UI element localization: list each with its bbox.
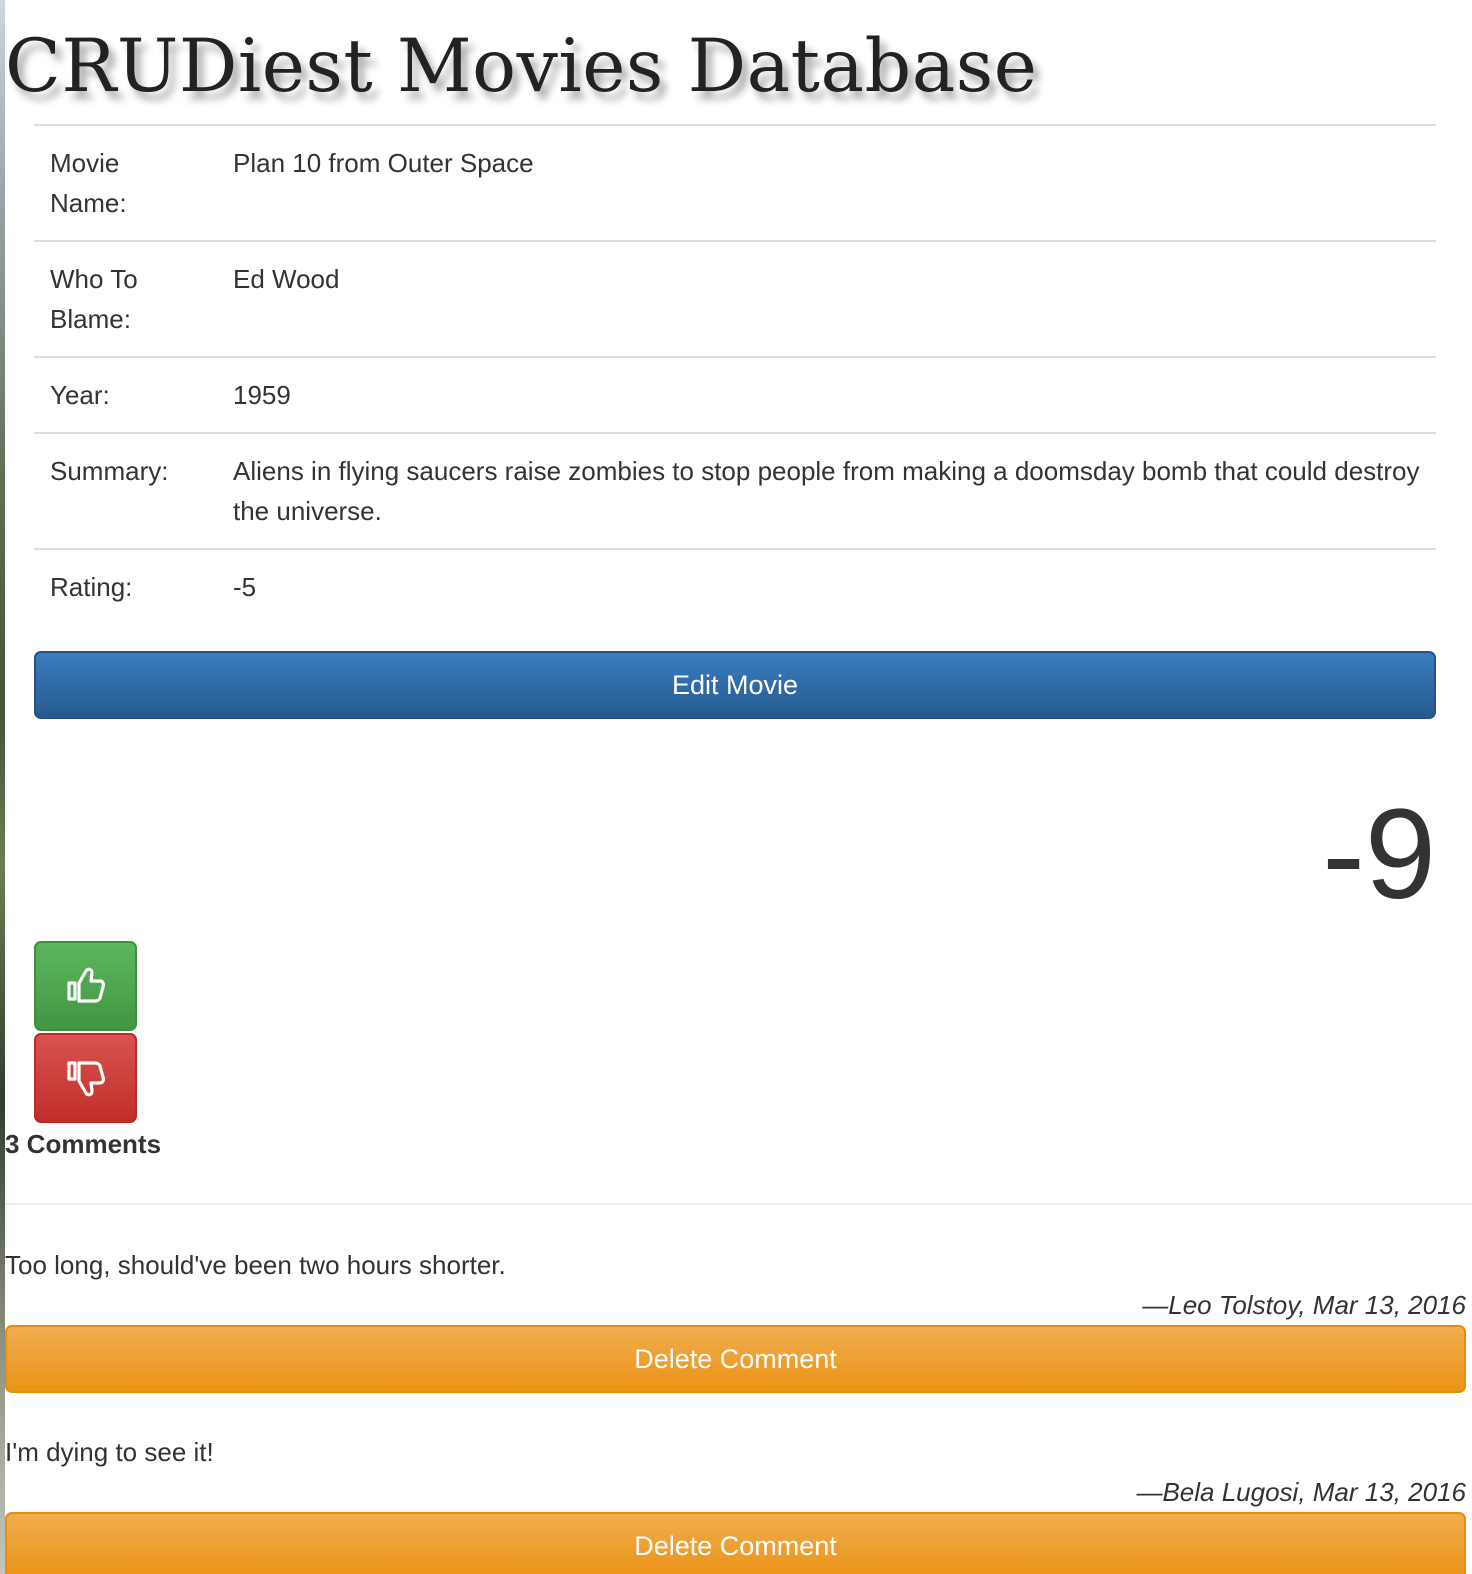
detail-label: Summary:: [34, 432, 217, 549]
comments-count-heading: 3 Comments: [5, 1129, 162, 1159]
thumbs-down-icon: [67, 1061, 105, 1097]
comment-text: I'm dying to see it!: [5, 1437, 214, 1467]
detail-value: Aliens in flying saucers raise zombies t…: [217, 432, 1436, 549]
detail-label: Year:: [34, 356, 217, 433]
comment-text: Too long, should've been two hours short…: [5, 1250, 506, 1280]
detail-value: Plan 10 from Outer Space: [217, 124, 1436, 241]
site-title: CRUDiest Movies Database: [5, 24, 1038, 109]
delete-comment-button[interactable]: Delete Comment: [5, 1325, 1466, 1393]
downvote-button[interactable]: [34, 1033, 137, 1123]
vote-score: -9: [1322, 783, 1436, 926]
detail-row-movie-name: Movie Name: Plan 10 from Outer Space: [34, 124, 1436, 241]
thumbs-up-icon: [67, 967, 105, 1003]
page-container: CRUDiest Movies Database Movie Name: Pla…: [5, 0, 1472, 1574]
comment-attribution: —Leo Tolstoy, Mar 13, 2016: [1142, 1290, 1466, 1320]
detail-row-rating: Rating: -5: [34, 548, 1436, 624]
upvote-button[interactable]: [34, 941, 137, 1031]
movie-details-table: Movie Name: Plan 10 from Outer Space Who…: [34, 124, 1436, 624]
detail-value: -5: [217, 548, 1436, 624]
divider: [5, 1203, 1472, 1205]
detail-row-summary: Summary: Aliens in flying saucers raise …: [34, 432, 1436, 549]
detail-value: 1959: [217, 356, 1436, 433]
detail-value: Ed Wood: [217, 240, 1436, 357]
detail-label: Who To Blame:: [34, 240, 217, 357]
detail-row-year: Year: 1959: [34, 356, 1436, 433]
detail-label: Rating:: [34, 548, 217, 624]
edit-movie-button[interactable]: Edit Movie: [34, 651, 1436, 719]
delete-comment-button[interactable]: Delete Comment: [5, 1512, 1466, 1574]
comment-attribution: —Bela Lugosi, Mar 13, 2016: [1136, 1477, 1466, 1507]
detail-label: Movie Name:: [34, 124, 217, 241]
detail-row-who-to-blame: Who To Blame: Ed Wood: [34, 240, 1436, 357]
